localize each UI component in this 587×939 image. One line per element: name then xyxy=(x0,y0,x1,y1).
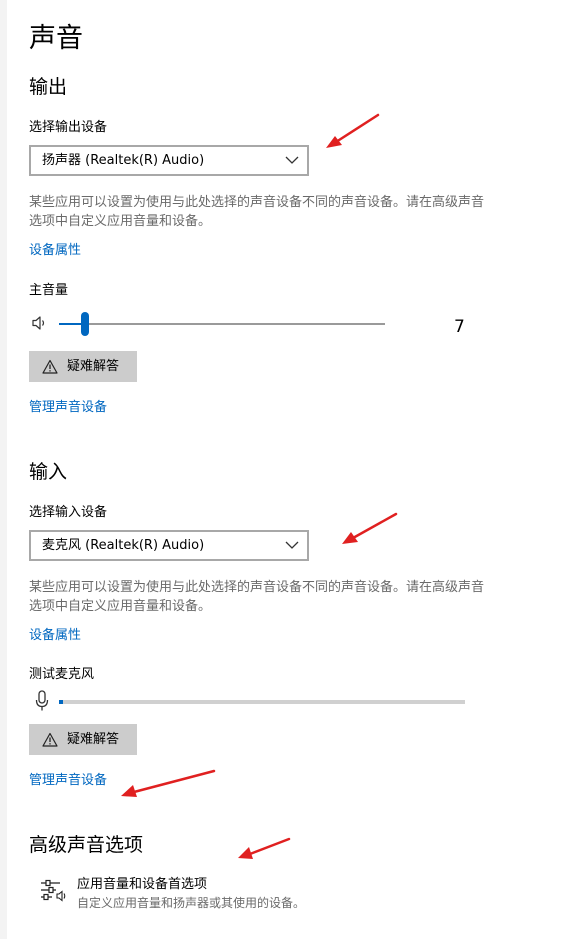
output-description: 某些应用可以设置为使用与此处选择的声音设备不同的声音设备。请在高级声音选项中自定… xyxy=(29,195,485,229)
input-heading: 输入 xyxy=(29,461,68,483)
output-heading: 输出 xyxy=(29,76,68,98)
output-device-dropdown[interactable]: 扬声器 (Realtek(R) Audio) xyxy=(29,145,309,176)
annotation-arrow-advanced xyxy=(238,837,291,859)
input-manage-sound-devices-link[interactable]: 管理声音设备 xyxy=(29,772,107,790)
app-volume-device-preferences-item[interactable]: 应用音量和设备首选项 自定义应用音量和扬声器或其使用的设备。 xyxy=(29,870,469,916)
annotation-arrow-input-device xyxy=(342,512,398,544)
input-description: 某些应用可以设置为使用与此处选择的声音设备不同的声音设备。请在高级声音选项中自定… xyxy=(29,580,485,614)
output-troubleshoot-button[interactable]: 疑难解答 xyxy=(29,351,137,382)
input-device-value: 麦克风 (Realtek(R) Audio) xyxy=(42,538,205,553)
input-device-dropdown[interactable]: 麦克风 (Realtek(R) Audio) xyxy=(29,530,309,561)
app-volume-sliders-icon xyxy=(41,879,66,902)
speaker-icon[interactable] xyxy=(31,315,49,331)
warning-icon xyxy=(42,732,58,747)
input-select-label: 选择输入设备 xyxy=(29,505,108,520)
input-device-properties-link[interactable]: 设备属性 xyxy=(29,627,81,645)
master-volume-label: 主音量 xyxy=(29,283,69,298)
annotation-arrow-manage-devices xyxy=(121,769,216,797)
annotation-arrow-output-device xyxy=(326,113,380,148)
app-volume-title: 应用音量和设备首选项 xyxy=(77,877,208,892)
input-troubleshoot-button[interactable]: 疑难解答 xyxy=(29,724,137,755)
output-device-properties-link[interactable]: 设备属性 xyxy=(29,242,81,260)
input-troubleshoot-label: 疑难解答 xyxy=(67,732,120,747)
microphone-icon xyxy=(35,690,49,711)
advanced-sound-options-heading: 高级声音选项 xyxy=(29,834,144,856)
master-volume-value: 7 xyxy=(454,317,465,337)
left-edge-strip xyxy=(0,0,7,939)
warning-icon xyxy=(42,359,58,374)
mic-meter-track xyxy=(59,700,465,704)
page-title: 声音 xyxy=(29,23,83,54)
output-device-value: 扬声器 (Realtek(R) Audio) xyxy=(42,153,205,168)
chevron-down-icon xyxy=(285,541,299,549)
test-microphone-label: 测试麦克风 xyxy=(29,667,95,682)
output-select-label: 选择输出设备 xyxy=(29,120,108,135)
output-troubleshoot-label: 疑难解答 xyxy=(67,359,120,374)
master-volume-slider[interactable] xyxy=(59,312,385,336)
output-manage-sound-devices-link[interactable]: 管理声音设备 xyxy=(29,399,107,417)
microphone-level-meter xyxy=(59,699,465,705)
mic-meter-fill xyxy=(59,700,63,704)
volume-slider-thumb[interactable] xyxy=(81,312,89,336)
chevron-down-icon xyxy=(285,156,299,164)
app-volume-subtitle: 自定义应用音量和扬声器或其使用的设备。 xyxy=(77,896,306,910)
volume-slider-track xyxy=(59,323,385,325)
